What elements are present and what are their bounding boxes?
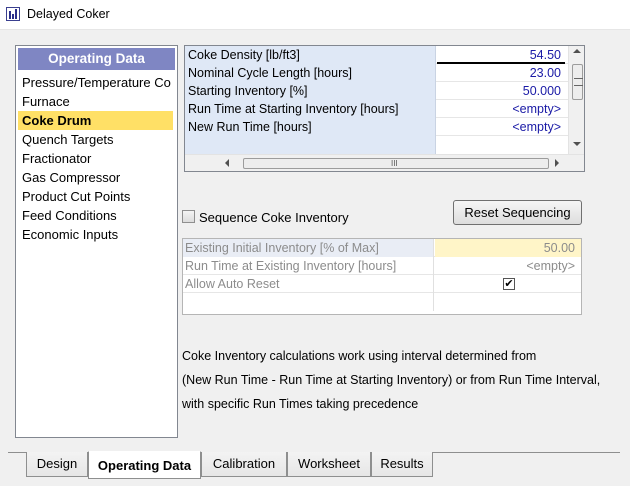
cycle-length-field[interactable]: 23.00 (437, 64, 565, 82)
allow-auto-reset-checkbox[interactable]: ✔ (503, 278, 515, 290)
inventory-row-existing-initial: Existing Initial Inventory [% of Max] 50… (183, 239, 581, 257)
info-line: (New Run Time - Run Time at Starting Inv… (182, 373, 601, 387)
horizontal-scrollbar[interactable]: III (185, 154, 584, 171)
new-run-time-field[interactable]: <empty> (437, 118, 565, 136)
run-time-starting-field[interactable]: <empty> (437, 100, 565, 118)
property-row-run-time-starting: Run Time at Starting Inventory [hours] <… (185, 100, 568, 118)
nav-item-feed-conditions[interactable]: Feed Conditions (18, 206, 177, 225)
scroll-left-arrow-icon[interactable] (225, 159, 229, 167)
nav-item-product-cut-points[interactable]: Product Cut Points (18, 187, 177, 206)
property-label: Run Time at Starting Inventory [hours] (185, 100, 436, 118)
sequence-coke-inventory-checkbox[interactable] (182, 210, 195, 223)
nav-item-fractionator[interactable]: Fractionator (18, 149, 177, 168)
run-time-existing-field[interactable]: <empty> (435, 257, 581, 275)
scroll-down-arrow-icon[interactable] (573, 142, 581, 146)
title-bar: Delayed Coker (0, 0, 630, 30)
tab-design[interactable]: Design (26, 452, 88, 477)
coke-density-field[interactable]: 54.50 (437, 46, 565, 64)
inventory-label: Existing Initial Inventory [% of Max] (183, 239, 434, 257)
tab-operating-data[interactable]: Operating Data (88, 451, 201, 479)
vertical-scroll-thumb[interactable] (572, 64, 583, 100)
nav-item-furnace[interactable]: Furnace (18, 92, 177, 111)
tab-calibration[interactable]: Calibration (201, 452, 287, 477)
sequence-coke-inventory-label: Sequence Coke Inventory (199, 210, 349, 225)
info-line: Coke Inventory calculations work using i… (182, 349, 537, 363)
inventory-row-run-time-existing: Run Time at Existing Inventory [hours] <… (183, 257, 581, 275)
vertical-scrollbar[interactable] (568, 46, 584, 154)
nav-header: Operating Data (18, 48, 175, 70)
property-label-empty (185, 136, 436, 154)
client-area: Operating Data Pressure/Temperature Co F… (0, 30, 630, 486)
horizontal-scroll-thumb[interactable]: III (243, 158, 549, 169)
nav-item-coke-drum[interactable]: Coke Drum (18, 111, 173, 130)
property-label: New Run Time [hours] (185, 118, 436, 136)
property-row-partial (185, 136, 568, 154)
section-nav: Operating Data Pressure/Temperature Co F… (15, 45, 178, 438)
nav-item-economic-inputs[interactable]: Economic Inputs (18, 225, 177, 244)
property-row-starting-inventory: Starting Inventory [%] 50.000 (185, 82, 568, 100)
inventory-label: Allow Auto Reset (183, 275, 434, 293)
grip-icon: III (391, 159, 398, 168)
scroll-right-arrow-icon[interactable] (555, 159, 559, 167)
window-title: Delayed Coker (27, 7, 110, 21)
existing-initial-inventory-field[interactable]: 50.00 (435, 239, 581, 257)
property-label: Nominal Cycle Length [hours] (185, 64, 436, 82)
tab-results[interactable]: Results (371, 452, 433, 477)
info-line: with specific Run Times taking precedenc… (182, 397, 419, 411)
property-label: Starting Inventory [%] (185, 82, 436, 100)
property-label: Coke Density [lb/ft3] (185, 46, 436, 64)
inventory-label-empty (183, 293, 434, 311)
reset-sequencing-button[interactable]: Reset Sequencing (453, 200, 582, 225)
nav-item-pressure-temperature[interactable]: Pressure/Temperature Co (18, 73, 177, 92)
inventory-label: Run Time at Existing Inventory [hours] (183, 257, 434, 275)
nav-item-gas-compressor[interactable]: Gas Compressor (18, 168, 177, 187)
scroll-up-arrow-icon[interactable] (573, 49, 581, 53)
starting-inventory-field[interactable]: 50.000 (437, 82, 565, 100)
inventory-row-allow-auto-reset: Allow Auto Reset ✔ (183, 275, 581, 293)
existing-inventory-grid: Existing Initial Inventory [% of Max] 50… (182, 238, 582, 315)
inventory-row-empty (183, 293, 581, 311)
property-row-coke-density: Coke Density [lb/ft3] 54.50 (185, 46, 568, 64)
app-icon (6, 7, 20, 21)
tab-worksheet[interactable]: Worksheet (287, 452, 371, 477)
tab-bar: Design Operating Data Calibration Worksh… (0, 451, 630, 486)
property-row-cycle-length: Nominal Cycle Length [hours] 23.00 (185, 64, 568, 82)
coke-drum-property-grid: Coke Density [lb/ft3] 54.50 Nominal Cycl… (184, 45, 585, 172)
grip-icon (574, 78, 583, 86)
allow-auto-reset-cell: ✔ (435, 275, 581, 293)
nav-list: Pressure/Temperature Co Furnace Coke Dru… (18, 73, 177, 244)
nav-item-quench-targets[interactable]: Quench Targets (18, 130, 177, 149)
property-row-new-run-time: New Run Time [hours] <empty> (185, 118, 568, 136)
